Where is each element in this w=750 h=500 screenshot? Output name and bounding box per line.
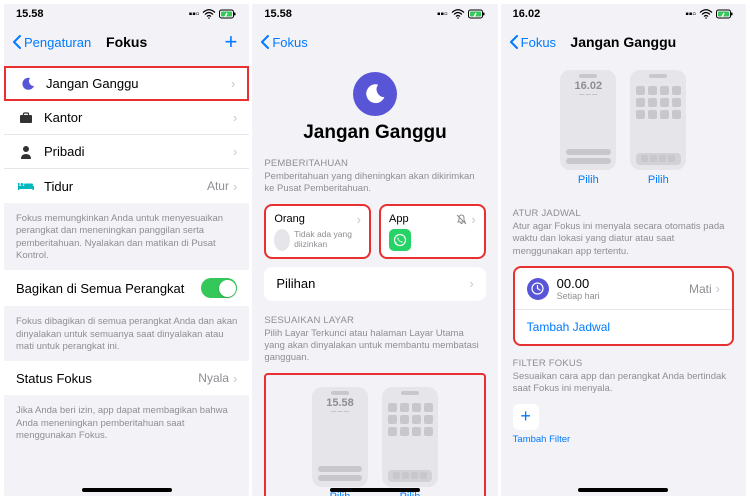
cell-label: Jangan Ganggu [46, 76, 231, 91]
add-schedule-button[interactable]: Tambah Jadwal [515, 310, 732, 344]
pick-link[interactable]: Pilih [560, 174, 616, 186]
section-header: SESUAIKAN LAYAR [252, 311, 497, 328]
chevron-right-icon: › [233, 144, 237, 159]
share-toggle[interactable] [201, 278, 237, 298]
whatsapp-icon [389, 229, 411, 251]
schedule-time: 00.00 [557, 276, 689, 291]
nav-bar: Pengaturan Fokus + [4, 24, 249, 60]
status-icons: ▪▪▫ [189, 9, 238, 20]
avatar-placeholder [274, 229, 290, 251]
cell-value: Atur [207, 179, 229, 193]
schedule-repeat: Setiap hari [557, 291, 689, 301]
nav-bar: Fokus Jangan Ganggu [501, 24, 746, 60]
moon-icon [353, 72, 397, 116]
back-label: Fokus [272, 35, 307, 50]
section-header: ATUR JADWAL [501, 204, 746, 221]
app-card[interactable]: App › [379, 204, 486, 259]
schedule-row[interactable]: 00.00 Setiap hari Mati › [515, 268, 732, 310]
card-title: App [389, 213, 409, 225]
footer-text: Jika Anda beri izin, app dapat membagika… [4, 401, 249, 450]
focus-list-screen: 15.58 ▪▪▫ Pengaturan Fokus + Jangan Gang… [4, 4, 249, 496]
bell-slash-icon [456, 214, 467, 225]
chevron-right-icon: › [471, 212, 475, 227]
chevron-right-icon: › [469, 276, 473, 291]
briefcase-icon [16, 112, 36, 124]
section-sub: Pemberitahuan yang diheningkan akan diki… [252, 171, 497, 204]
chevron-right-icon: › [716, 281, 720, 296]
pick-link[interactable]: Pilih [630, 174, 686, 186]
footer-text: Fokus memungkinkan Anda untuk menyesuaik… [4, 209, 249, 270]
focus-item-personal[interactable]: Pribadi › [4, 135, 249, 169]
status-icons: ▪▪▫ [437, 9, 486, 20]
chevron-right-icon: › [231, 76, 235, 91]
status-bar: 15.58 ▪▪▫ [4, 4, 249, 24]
focus-status-row[interactable]: Status Fokus Nyala › [4, 361, 249, 395]
back-label: Fokus [521, 35, 556, 50]
hero-title: Jangan Ganggu [303, 122, 447, 144]
cell-label: Kantor [44, 110, 233, 125]
chevron-right-icon: › [233, 371, 237, 386]
options-row[interactable]: Pilihan › [264, 267, 485, 301]
hero: Jangan Ganggu [252, 60, 497, 154]
chevron-right-icon: › [357, 212, 361, 227]
chevron-right-icon: › [233, 179, 237, 194]
status-bar: 16.02 ▪▪▫ [501, 4, 746, 24]
person-icon [16, 145, 36, 159]
section-sub: Sesuaikan cara app dan perangkat Anda be… [501, 371, 746, 404]
section-header: PEMBERITAHUAN [252, 154, 497, 171]
cell-label: Bagikan di Semua Perangkat [16, 281, 201, 296]
back-button[interactable]: Fokus [260, 35, 307, 50]
back-label: Pengaturan [24, 35, 91, 50]
dnd-config-screen: 15.58 ▪▪▫ Fokus Jangan Ganggu PEMBERITAH… [252, 4, 497, 496]
homescreen-preview[interactable]: Pilih [630, 70, 686, 186]
add-filter-label[interactable]: Tambah Filter [501, 434, 746, 454]
focus-item-sleep[interactable]: Tidur Atur › [4, 169, 249, 203]
status-icons: ▪▪▫ [685, 9, 734, 20]
status-time: 16.02 [513, 8, 541, 20]
share-all-devices-row: Bagikan di Semua Perangkat [4, 270, 249, 306]
people-card[interactable]: Orang › Tidak ada yang diizinkan [264, 204, 371, 259]
lockscreen-preview[interactable]: 16.02 — — — Pilih [560, 70, 616, 186]
status-bar: 15.58 ▪▪▫ [252, 4, 497, 24]
schedule-state: Mati [689, 282, 712, 296]
cell-label: Pribadi [44, 144, 233, 159]
card-sub: Tidak ada yang diizinkan [294, 230, 361, 249]
cell-label: Status Fokus [16, 371, 198, 386]
page-title: Fokus [106, 34, 147, 50]
page-title: Jangan Ganggu [570, 34, 676, 50]
section-sub: Pilih Layar Terkunci atau halaman Layar … [252, 328, 497, 373]
cell-label: Pilihan [276, 276, 469, 291]
home-indicator[interactable] [82, 488, 172, 492]
card-title: Orang [274, 213, 305, 225]
cell-label: Tidur [44, 179, 207, 194]
lockscreen-preview[interactable]: 15.58 — — — Pilih [312, 387, 368, 496]
homescreen-preview[interactable]: Pilih [382, 387, 438, 496]
footer-text: Fokus dibagikan di semua perangkat Anda … [4, 312, 249, 361]
chevron-left-icon [509, 35, 519, 49]
status-time: 15.58 [264, 8, 292, 20]
chevron-left-icon [12, 35, 22, 49]
screen-previews: 16.02 — — — Pilih Pilih [501, 60, 746, 192]
link-label: Tambah Jadwal [527, 320, 610, 334]
screen-previews: 15.58 — — — Pilih Pilih [270, 381, 479, 496]
back-button[interactable]: Pengaturan [12, 35, 91, 50]
home-indicator[interactable] [330, 488, 420, 492]
cell-value: Nyala [198, 371, 229, 385]
focus-item-work[interactable]: Kantor › [4, 101, 249, 135]
section-sub: Atur agar Fokus ini menyala secara otoma… [501, 221, 746, 266]
nav-bar: Fokus [252, 24, 497, 60]
section-header: FILTER FOKUS [501, 354, 746, 371]
chevron-right-icon: › [233, 110, 237, 125]
home-indicator[interactable] [578, 488, 668, 492]
add-focus-button[interactable]: + [224, 29, 241, 55]
moon-icon [18, 77, 38, 91]
focus-item-dnd[interactable]: Jangan Ganggu › [4, 66, 249, 101]
add-filter-button[interactable]: + [513, 404, 539, 430]
clock-icon [527, 278, 549, 300]
status-time: 15.58 [16, 8, 44, 20]
back-button[interactable]: Fokus [509, 35, 556, 50]
bed-icon [16, 181, 36, 191]
chevron-left-icon [260, 35, 270, 49]
dnd-schedule-screen: 16.02 ▪▪▫ Fokus Jangan Ganggu 16.02 — — … [501, 4, 746, 496]
